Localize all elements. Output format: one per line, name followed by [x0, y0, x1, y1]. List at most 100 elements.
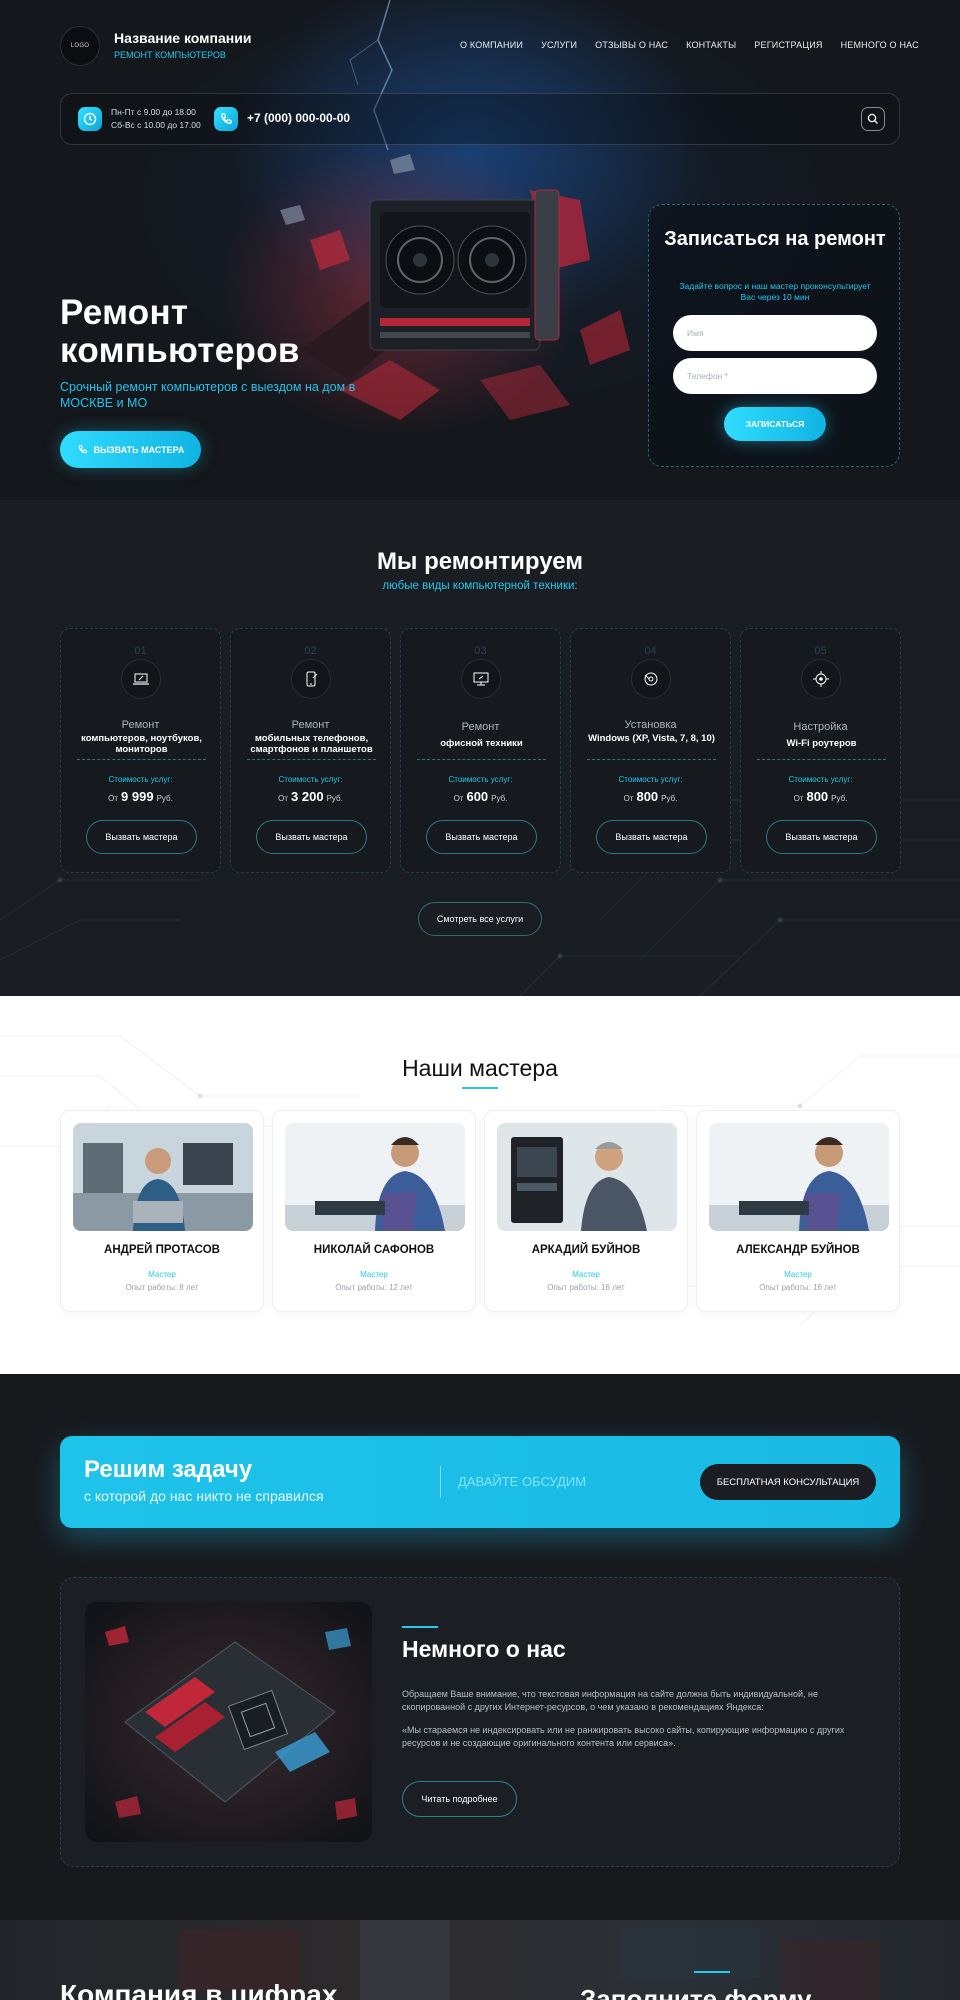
master-name: АРКАДИЙ БУЙНОВ: [531, 1244, 641, 1256]
monitor-repair-icon: [461, 659, 501, 699]
service-card: 03 Ремонт офисной техники Стоимость услу…: [400, 628, 561, 873]
master-card: АНДРЕЙ ПРОТАСОВ Мастер Опыт работы: 8 ле…: [60, 1110, 264, 1312]
service-name: мобильных телефонов, смартфонов и планше…: [250, 733, 373, 755]
nav-item-about[interactable]: О КОМПАНИИ: [460, 40, 523, 50]
submit-button[interactable]: ЗАПИСАТЬСЯ: [724, 407, 826, 441]
all-services-button[interactable]: Смотреть все услуги: [418, 902, 542, 936]
call-master-button[interactable]: Вызвать мастера: [596, 820, 707, 854]
price-prefix: От: [108, 794, 119, 803]
nav-item-reviews[interactable]: ОТЗЫВЫ О НАС: [595, 40, 668, 50]
masters-title: Наши мастера: [402, 1055, 558, 1081]
cost-label: Стоимость услуг:: [108, 775, 173, 784]
service-number: 02: [304, 645, 317, 657]
service-price: От 800 Руб.: [741, 789, 900, 804]
phone-number[interactable]: +7 (000) 000-00-00: [247, 111, 350, 125]
about-quote: «Мы стараемся не индексировать или не ра…: [402, 1725, 845, 1748]
call-master-button[interactable]: ВЫЗВАТЬ МАСТЕРА: [60, 431, 201, 468]
master-photo: [709, 1123, 889, 1231]
nav-item-registration[interactable]: РЕГИСТРАЦИЯ: [754, 40, 822, 50]
router-settings-icon: [801, 659, 841, 699]
price-suffix: Руб.: [326, 794, 343, 803]
master-name: НИКОЛАЙ САФОНОВ: [313, 1244, 435, 1256]
phone-repair-icon: [291, 659, 331, 699]
phone-icon: [78, 445, 87, 454]
service-number: 01: [134, 645, 147, 657]
master-photo: [285, 1123, 465, 1231]
cost-label: Стоимость услуг:: [618, 775, 683, 784]
price-value: 800: [806, 789, 829, 804]
nav-item-about-us[interactable]: НЕМНОГО О НАС: [841, 40, 919, 50]
hero-title-line2: компьютеров: [60, 331, 300, 370]
price-prefix: От: [793, 794, 804, 803]
about-paragraph: Обращаем Ваше внимание, что текстовая ин…: [402, 1689, 818, 1712]
service-price: От 600 Руб.: [401, 789, 560, 804]
cost-label: Стоимость услуг:: [788, 775, 853, 784]
divider: [587, 759, 716, 760]
master-experience: Опыт работы: 16 лет: [759, 1283, 837, 1292]
search-button[interactable]: [861, 107, 885, 131]
about-section: Немного о нас Обращаем Ваше внимание, чт…: [60, 1577, 900, 1867]
booking-form: Записаться на ремонт Задайте вопрос и на…: [648, 204, 900, 467]
company-name: Название компании: [114, 30, 252, 46]
service-number: 05: [814, 645, 827, 657]
divider: [757, 759, 886, 760]
call-master-button[interactable]: Вызвать мастера: [426, 820, 537, 854]
form-title: Записаться на ремонт: [664, 228, 886, 250]
motherboard-image: [85, 1602, 372, 1842]
phone-icon: [214, 107, 238, 131]
master-role: Мастер: [784, 1270, 812, 1279]
divider: [77, 759, 206, 760]
service-name: Wi-Fi роутеров: [786, 738, 857, 749]
master-experience: Опыт работы: 8 лет: [125, 1283, 199, 1292]
hero-subtitle: Срочный ремонт компьютеров с выездом на …: [60, 380, 356, 410]
price-value: 800: [636, 789, 659, 804]
about-title: Немного о нас: [402, 1636, 566, 1662]
service-card: 01 Ремонт компьютеров, ноутбуков, монито…: [60, 628, 221, 873]
service-type: Ремонт: [291, 719, 330, 731]
title-underline: [462, 1087, 498, 1089]
cost-label: Стоимость услуг:: [278, 775, 343, 784]
service-name: офисной техники: [440, 738, 523, 749]
master-photo: [73, 1123, 253, 1231]
read-more-button[interactable]: Читать подробнее: [402, 1781, 517, 1817]
service-number: 03: [474, 645, 487, 657]
master-card: НИКОЛАЙ САФОНОВ Мастер Опыт работы: 12 л…: [272, 1110, 476, 1312]
service-price: От 800 Руб.: [571, 789, 730, 804]
phone-input[interactable]: [673, 358, 877, 394]
master-experience: Опыт работы: 12 лет: [335, 1283, 413, 1292]
call-master-label: ВЫЗВАТЬ МАСТЕРА: [93, 444, 185, 455]
cta-subtitle: с которой до нас никто не справился: [84, 1488, 324, 1504]
price-value: 9 999: [121, 789, 154, 804]
services-grid: 01 Ремонт компьютеров, ноутбуков, монито…: [60, 628, 901, 873]
master-name: АНДРЕЙ ПРОТАСОВ: [104, 1244, 220, 1256]
logo[interactable]: LOGO: [60, 26, 100, 66]
divider: [417, 759, 546, 760]
info-bar: Пн-Пт с 9.00 до 18.00 Сб-Вс с 10.00 до 1…: [60, 93, 900, 145]
master-photo: [497, 1123, 677, 1231]
cta-banner: Решим задачу с которой до нас никто не с…: [60, 1436, 900, 1528]
hero-title-line1: Ремонт: [60, 293, 189, 332]
master-role: Мастер: [572, 1270, 600, 1279]
main-nav: О КОМПАНИИ УСЛУГИ ОТЗЫВЫ О НАС КОНТАКТЫ …: [460, 40, 919, 50]
service-type: Ремонт: [461, 721, 500, 733]
master-card: АРКАДИЙ БУЙНОВ Мастер Опыт работы: 16 ле…: [484, 1110, 688, 1312]
master-card: АЛЕКСАНДР БУЙНОВ Мастер Опыт работы: 16 …: [696, 1110, 900, 1312]
call-master-button[interactable]: Вызвать мастера: [766, 820, 877, 854]
hero-title: Ремонт компьютеров: [60, 294, 300, 370]
price-value: 3 200: [291, 789, 324, 804]
call-master-button[interactable]: Вызвать мастера: [86, 820, 197, 854]
title-underline: [694, 1971, 730, 1973]
service-name: Windows (XP, Vista, 7, 8, 10): [588, 733, 715, 744]
service-type: Установка: [624, 719, 677, 731]
free-consultation-button[interactable]: БЕСПЛАТНАЯ КОНСУЛЬТАЦИЯ: [700, 1464, 876, 1500]
service-type: Настройка: [793, 721, 848, 733]
price-suffix: Руб.: [491, 794, 508, 803]
price-suffix: Руб.: [661, 794, 678, 803]
windows-install-icon: [631, 659, 671, 699]
call-master-button[interactable]: Вызвать мастера: [256, 820, 367, 854]
divider: [247, 759, 376, 760]
search-icon: [867, 113, 878, 124]
nav-item-services[interactable]: УСЛУГИ: [541, 40, 577, 50]
name-input[interactable]: [673, 315, 877, 351]
nav-item-contacts[interactable]: КОНТАКТЫ: [686, 40, 736, 50]
